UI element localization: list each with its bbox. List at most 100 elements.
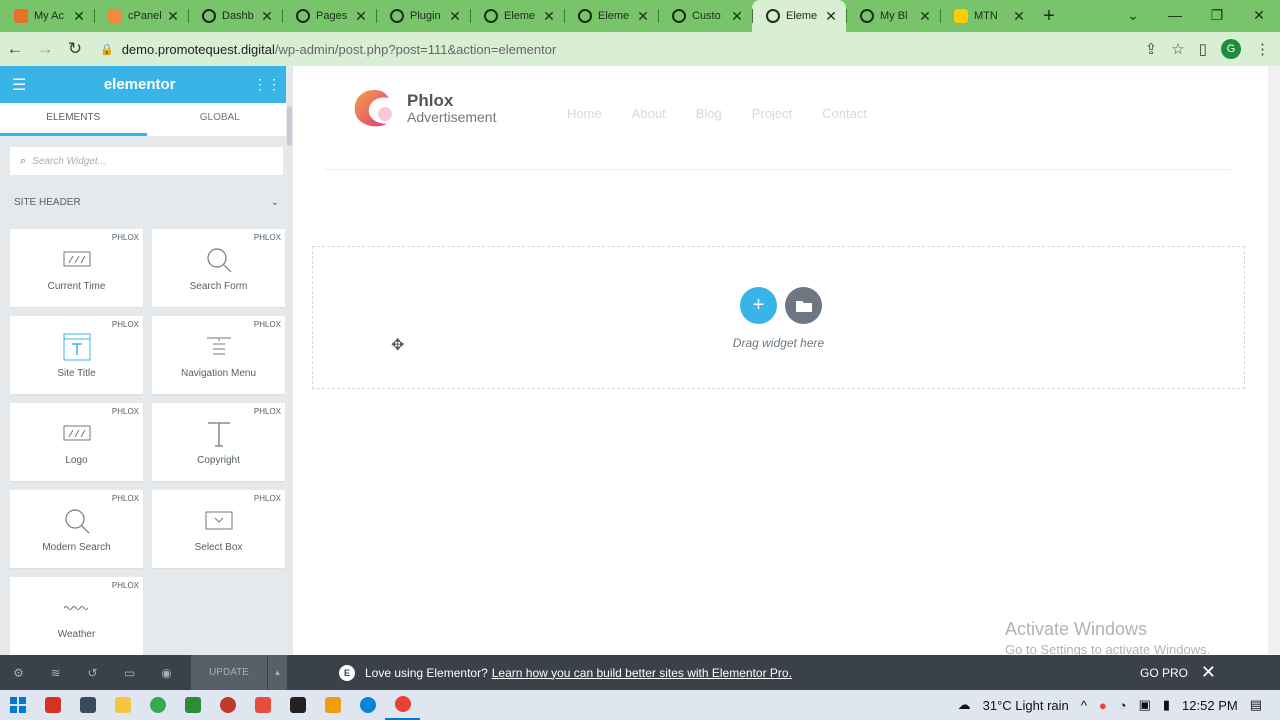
panel-scrollbar[interactable] <box>286 66 293 655</box>
grid-apps-icon[interactable]: ⋮⋮ <box>253 76 281 93</box>
browser-tab[interactable]: Plugin ✕ <box>376 0 470 32</box>
windows-start-icon[interactable] <box>0 690 35 720</box>
widget-navigation-menu[interactable]: PHLOX Navigation Menu <box>152 316 285 394</box>
sheets-icon[interactable] <box>175 690 210 720</box>
close-tab-icon[interactable]: ✕ <box>260 8 274 25</box>
widget-search-input[interactable]: ⌕ Search Widget... <box>10 147 283 175</box>
go-pro-button[interactable]: GO PRO <box>1140 666 1188 680</box>
chrome-icon[interactable] <box>140 690 175 720</box>
responsive-mode-icon[interactable]: ▭ <box>111 666 148 680</box>
widget-weather[interactable]: PHLOX Weather <box>10 577 143 655</box>
tab-elements[interactable]: ELEMENTS <box>0 103 147 136</box>
edge-icon[interactable] <box>350 690 385 720</box>
activate-windows-watermark: Activate Windows Go to Settings to activ… <box>1005 619 1210 657</box>
page-scrollbar[interactable] <box>1268 66 1280 655</box>
pdf-icon[interactable] <box>245 690 280 720</box>
widget-current-time[interactable]: PHLOX Current Time <box>10 229 143 307</box>
browser-tab[interactable]: Eleme ✕ <box>564 0 658 32</box>
close-tab-icon[interactable]: ✕ <box>166 8 180 25</box>
browser-tab[interactable]: My Bl ✕ <box>846 0 940 32</box>
nav-about[interactable]: About <box>632 106 666 121</box>
app-icon[interactable] <box>210 690 245 720</box>
tab-favicon-icon <box>390 9 404 23</box>
back-icon[interactable]: ← <box>0 39 30 59</box>
browser-tab[interactable]: Pages ✕ <box>282 0 376 32</box>
browser-tab[interactable]: Eleme ✕ <box>752 0 846 32</box>
drop-zone-text: Drag widget here <box>732 336 825 350</box>
widget-modern-search[interactable]: PHLOX Modern Search <box>10 490 143 568</box>
close-tab-icon[interactable]: ✕ <box>1012 8 1026 25</box>
tray-chevron-icon[interactable]: ^ <box>1081 698 1087 713</box>
browser-tab[interactable]: Dashb ✕ <box>188 0 282 32</box>
widget-logo[interactable]: PHLOX Logo <box>10 403 143 481</box>
category-header[interactable]: SITE HEADER ⌄ <box>0 175 293 229</box>
clock-box-icon <box>63 245 91 275</box>
nav-project[interactable]: Project <box>752 106 792 121</box>
widget-grid: PHLOX Current Time PHLOX Search Form PHLOX Si… <box>0 229 293 655</box>
url-field[interactable]: 🔒 demo.promotequest.digital/wp-admin/pos… <box>94 42 556 57</box>
new-tab-button[interactable]: + <box>1034 0 1064 32</box>
hamburger-icon[interactable]: ☰ <box>12 75 26 95</box>
typora-icon[interactable] <box>280 690 315 720</box>
file-explorer-icon[interactable] <box>105 690 140 720</box>
drop-zone[interactable]: + Drag widget here <box>312 246 1245 389</box>
acrobat-icon[interactable] <box>35 690 70 720</box>
browser-tab[interactable]: MTN ✕ <box>940 0 1034 32</box>
browser-tab-strip: My Ac ✕ cPanel ✕ Dashb ✕ Pages ✕ Plugin ✕ Eleme ✕ El… <box>0 0 1280 32</box>
site-logo[interactable]: Phlox Advertisement <box>351 86 496 130</box>
history-icon[interactable]: ↺ <box>74 666 111 680</box>
close-tab-icon[interactable]: ✕ <box>918 8 932 25</box>
close-promo-icon[interactable]: ✕ <box>1201 662 1216 683</box>
reload-icon[interactable]: ↻ <box>60 39 90 59</box>
close-tab-icon[interactable]: ✕ <box>448 8 462 25</box>
panel-scroll-thumb[interactable] <box>287 106 292 146</box>
weather-text[interactable]: 31°C Light rain <box>983 698 1069 713</box>
browser-tab[interactable]: cPanel ✕ <box>94 0 188 32</box>
tray-app-icon: ● <box>1098 697 1107 713</box>
close-window-button[interactable]: ✕ <box>1238 0 1280 32</box>
add-section-button[interactable]: + <box>740 287 777 324</box>
tab-search-icon[interactable]: ⌄ <box>1112 0 1154 32</box>
sidebar-icon[interactable]: ▯ <box>1199 40 1207 58</box>
update-options-icon[interactable]: ▲ <box>267 655 287 690</box>
close-tab-icon[interactable]: ✕ <box>542 8 556 25</box>
widget-copyright[interactable]: PHLOX Copyright <box>152 403 285 481</box>
close-tab-icon[interactable]: ✕ <box>730 8 744 25</box>
clock[interactable]: 12:52 PM <box>1182 698 1238 713</box>
browser-tab[interactable]: Eleme ✕ <box>470 0 564 32</box>
search-icon <box>205 245 233 275</box>
menu-kebab-icon[interactable]: ⋮ <box>1255 40 1270 58</box>
sublime-icon[interactable] <box>315 690 350 720</box>
navigator-layers-icon[interactable]: ≋ <box>37 666 74 680</box>
tab-favicon-icon <box>202 9 216 23</box>
close-tab-icon[interactable]: ✕ <box>824 8 838 25</box>
browser-tab[interactable]: Custo ✕ <box>658 0 752 32</box>
maximize-button[interactable]: ❐ <box>1196 0 1238 32</box>
widget-select-box[interactable]: PHLOX Select Box <box>152 490 285 568</box>
share-icon[interactable]: ⇪ <box>1145 40 1158 58</box>
nav-home[interactable]: Home <box>567 106 602 121</box>
close-tab-icon[interactable]: ✕ <box>354 8 368 25</box>
minimize-button[interactable]: — <box>1154 0 1196 32</box>
tab-global[interactable]: GLOBAL <box>147 103 294 136</box>
update-button[interactable]: UPDATE <box>191 655 267 690</box>
bookmark-star-icon[interactable]: ☆ <box>1171 40 1184 58</box>
close-tab-icon[interactable]: ✕ <box>636 8 650 25</box>
promo-link[interactable]: Learn how you can build better sites wit… <box>492 666 792 680</box>
notification-icon[interactable]: ▤ <box>1250 697 1262 713</box>
widget-site-title[interactable]: PHLOX Site Title <box>10 316 143 394</box>
widget-search-form[interactable]: PHLOX Search Form <box>152 229 285 307</box>
close-tab-icon[interactable]: ✕ <box>72 8 86 25</box>
nav-contact[interactable]: Contact <box>822 106 867 121</box>
preview-eye-icon[interactable]: ◉ <box>148 666 185 680</box>
add-template-button[interactable] <box>785 287 822 324</box>
forward-icon[interactable]: → <box>30 39 60 59</box>
wifi-icon[interactable]: ◔ <box>1119 698 1127 713</box>
chrome-active-icon[interactable] <box>385 690 420 720</box>
settings-gear-icon[interactable]: ⚙ <box>0 666 37 680</box>
nav-blog[interactable]: Blog <box>696 106 722 121</box>
app-icon[interactable] <box>70 690 105 720</box>
profile-avatar[interactable]: G <box>1221 39 1241 59</box>
browser-tab[interactable]: My Ac ✕ <box>0 0 94 32</box>
tab-favicon-icon <box>766 9 780 23</box>
